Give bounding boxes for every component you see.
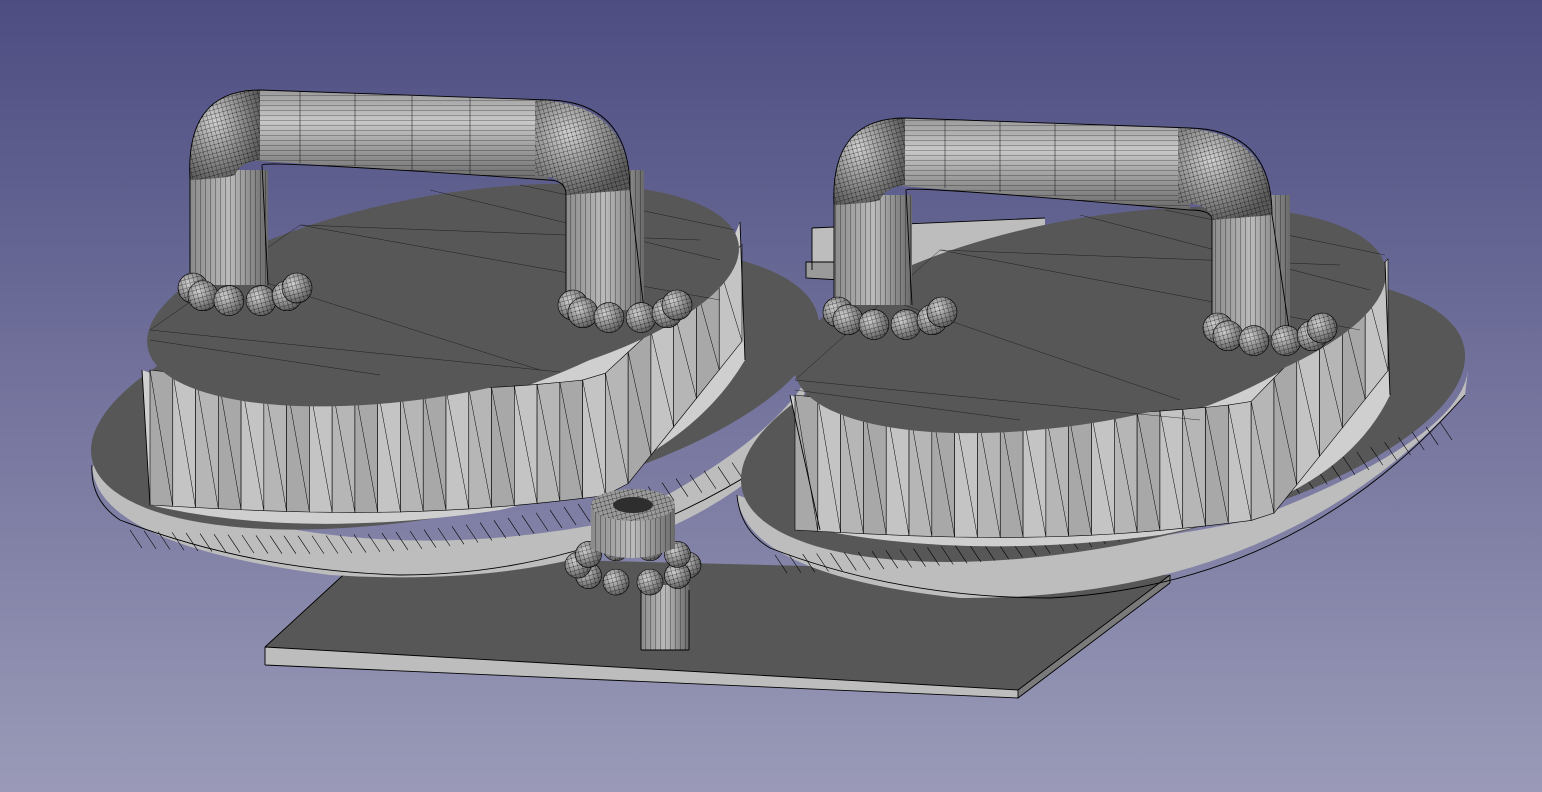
weld-bead-mesh bbox=[832, 304, 863, 335]
mesh-facet bbox=[582, 372, 606, 499]
3d-viewport[interactable] bbox=[0, 0, 1542, 792]
scene-canvas[interactable] bbox=[0, 0, 1542, 792]
weld-bead-mesh bbox=[213, 285, 244, 316]
weld-bead-mesh bbox=[927, 297, 957, 327]
weld-bead-mesh bbox=[282, 273, 312, 303]
weld-bead-mesh bbox=[246, 285, 277, 316]
mesh-facet bbox=[1273, 353, 1298, 514]
weld-bead-mesh bbox=[1212, 320, 1243, 351]
weld-bead-mesh bbox=[891, 309, 922, 340]
weld-bead-mesh bbox=[662, 290, 692, 320]
mesh-facet bbox=[1250, 377, 1275, 521]
weld-bead-mesh bbox=[603, 569, 630, 596]
weld-bead-mesh bbox=[1271, 325, 1302, 356]
weld-bead-mesh bbox=[1307, 313, 1337, 343]
weld-bead-mesh bbox=[858, 309, 889, 340]
weld-bead-mesh bbox=[1238, 325, 1269, 356]
weld-bead-mesh bbox=[187, 280, 218, 311]
weld-bead-mesh bbox=[567, 297, 598, 328]
mesh-facet bbox=[605, 351, 629, 496]
weld-bead-mesh bbox=[626, 302, 657, 333]
weld-bead-mesh bbox=[593, 302, 624, 333]
